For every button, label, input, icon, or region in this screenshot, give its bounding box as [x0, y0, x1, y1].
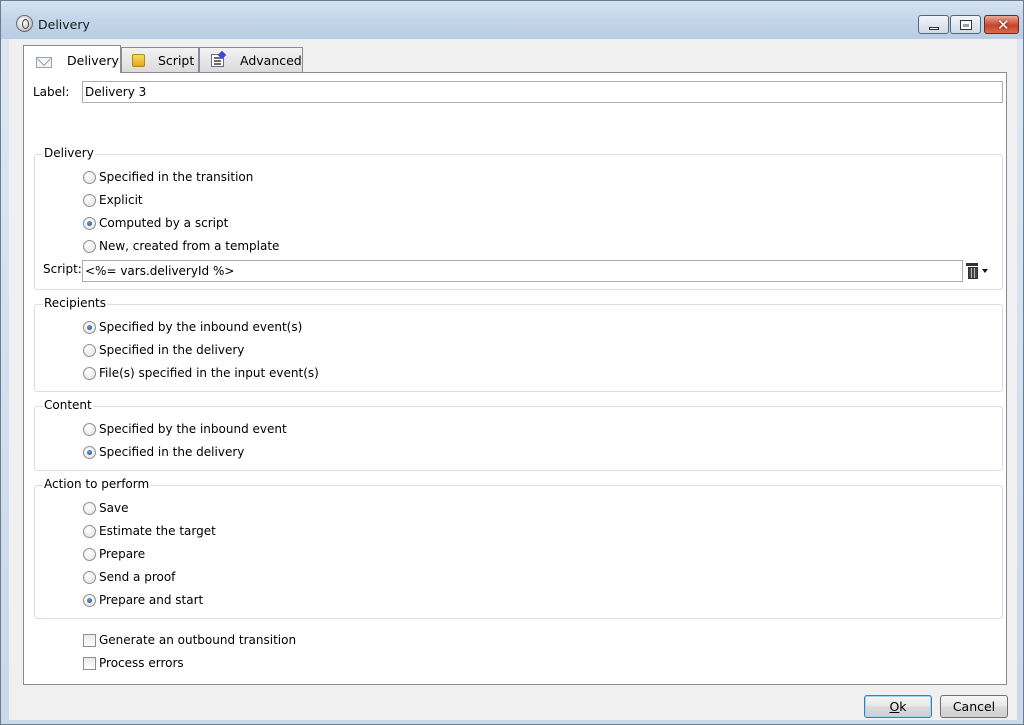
label-field-label: Label:	[33, 85, 70, 99]
chevron-down-icon[interactable]	[982, 269, 988, 273]
minimize-icon	[929, 27, 939, 30]
content-group: Content	[34, 398, 1003, 471]
tab-panel: Label: Delivery 3 Delivery Specified in …	[23, 72, 1007, 685]
envelope-icon	[36, 57, 52, 68]
trash-icon[interactable]	[966, 263, 978, 279]
radio-button-selected[interactable]	[83, 446, 96, 459]
minimize-button[interactable]	[918, 15, 949, 34]
radio-button[interactable]	[83, 525, 96, 538]
radio-button[interactable]	[83, 571, 96, 584]
tab-script[interactable]: Script	[121, 47, 199, 72]
tab-label: Delivery	[67, 53, 119, 68]
script-field-label: Script:	[43, 262, 82, 276]
tab-advanced[interactable]: Advanced	[199, 47, 303, 72]
close-icon: ✕	[997, 16, 1010, 34]
radio-button-selected[interactable]	[83, 321, 96, 334]
tab-label: Advanced	[240, 53, 302, 68]
radio-button[interactable]	[83, 502, 96, 515]
group-title: Delivery	[43, 146, 95, 160]
radio-button[interactable]	[83, 344, 96, 357]
radio-button[interactable]	[83, 548, 96, 561]
group-title: Recipients	[43, 296, 108, 310]
title-bar[interactable]: Delivery ✕	[1, 1, 1023, 39]
radio-button[interactable]	[83, 240, 96, 253]
group-title: Content	[43, 398, 93, 412]
maximize-button[interactable]	[950, 15, 981, 34]
checkbox[interactable]	[83, 657, 96, 670]
group-title: Action to perform	[43, 477, 151, 491]
dialog-body: Delivery Script Advanced Label: Delivery…	[9, 39, 1017, 720]
delivery-dialog: Delivery ✕ Delivery Script Advanced Labe…	[0, 0, 1024, 725]
cancel-button[interactable]: Cancel	[940, 695, 1008, 718]
tab-label: Script	[158, 53, 195, 68]
close-button[interactable]: ✕	[984, 15, 1019, 34]
tab-delivery[interactable]: Delivery	[23, 45, 121, 73]
script-input[interactable]: <%= vars.deliveryId %>	[82, 260, 963, 282]
radio-button-selected[interactable]	[83, 594, 96, 607]
radio-button-selected[interactable]	[83, 217, 96, 230]
radio-button[interactable]	[83, 171, 96, 184]
radio-button[interactable]	[83, 423, 96, 436]
script-icon	[132, 54, 145, 67]
radio-button[interactable]	[83, 367, 96, 380]
advanced-icon	[211, 54, 224, 67]
label-input[interactable]: Delivery 3	[82, 81, 1003, 103]
radio-button[interactable]	[83, 194, 96, 207]
window-title: Delivery	[38, 17, 90, 32]
ok-button[interactable]: Ok	[864, 695, 932, 718]
maximize-icon	[960, 20, 972, 30]
app-logo-icon	[16, 15, 33, 32]
checkbox[interactable]	[83, 634, 96, 647]
